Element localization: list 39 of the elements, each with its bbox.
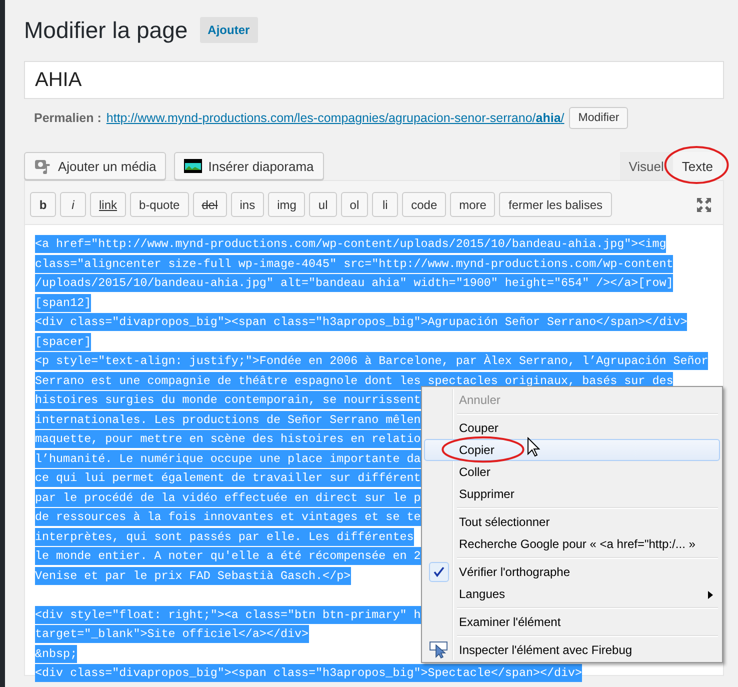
menu-item[interactable]: Inspecter l'élément avec Firebug <box>424 639 720 661</box>
annotation-circle <box>664 145 729 185</box>
menu-item[interactable]: Couper <box>424 417 720 439</box>
quicktag-button[interactable]: ins <box>230 192 264 217</box>
permalink-label: Permalien : <box>34 111 102 125</box>
media-button[interactable]: Insérer diaporama <box>174 152 324 180</box>
menu-item[interactable]: Tout sélectionner <box>424 511 720 533</box>
menu-item[interactable]: Examiner l'élément <box>424 611 720 633</box>
fullscreen-icon[interactable] <box>696 196 712 212</box>
editor-tab[interactable]: Texte <box>672 152 722 180</box>
menu-item[interactable]: Supprimer <box>424 483 720 505</box>
quicktag-button[interactable]: i <box>60 192 86 217</box>
quicktag-button[interactable]: ol <box>340 192 368 217</box>
slideshow-icon <box>184 159 202 173</box>
quicktag-button[interactable]: more <box>450 192 496 217</box>
editor-tab[interactable]: Visuel <box>620 152 673 180</box>
menu-item[interactable]: Recherche Google pour « <a href="http:/... » <box>424 533 720 555</box>
media-button[interactable]: Ajouter un média <box>24 152 166 180</box>
mouse-pointer-icon <box>527 437 540 457</box>
edit-permalink-button[interactable]: Modifier <box>569 107 628 129</box>
quicktag-button[interactable]: b <box>30 192 56 217</box>
menu-item[interactable]: Coller <box>424 461 720 483</box>
quicktag-button[interactable]: img <box>268 192 306 217</box>
add-button[interactable]: Ajouter <box>200 17 258 43</box>
quicktag-button[interactable]: del <box>192 192 227 217</box>
quicktag-button[interactable]: code <box>402 192 446 217</box>
quicktag-button[interactable]: link <box>90 192 126 217</box>
quicktag-button[interactable]: fermer les balises <box>499 192 612 217</box>
media-icon <box>34 158 52 174</box>
menu-item[interactable]: Copier <box>424 439 720 461</box>
title-field[interactable]: AHIA <box>24 61 724 99</box>
menu-item[interactable]: Vérifier l'orthographe <box>424 561 720 583</box>
quicktag-button[interactable]: ul <box>309 192 337 217</box>
quicktag-button[interactable]: li <box>372 192 398 217</box>
menu-item[interactable]: Langues <box>424 583 720 605</box>
permalink-link[interactable]: http://www.mynd-productions.com/les-compagnies/agrupacion-senor-serrano/ahia/ <box>106 111 564 125</box>
pointer-box-icon <box>429 641 449 659</box>
page-title: Modifier la page <box>24 16 188 44</box>
quicktag-button[interactable]: b-quote <box>130 192 189 217</box>
